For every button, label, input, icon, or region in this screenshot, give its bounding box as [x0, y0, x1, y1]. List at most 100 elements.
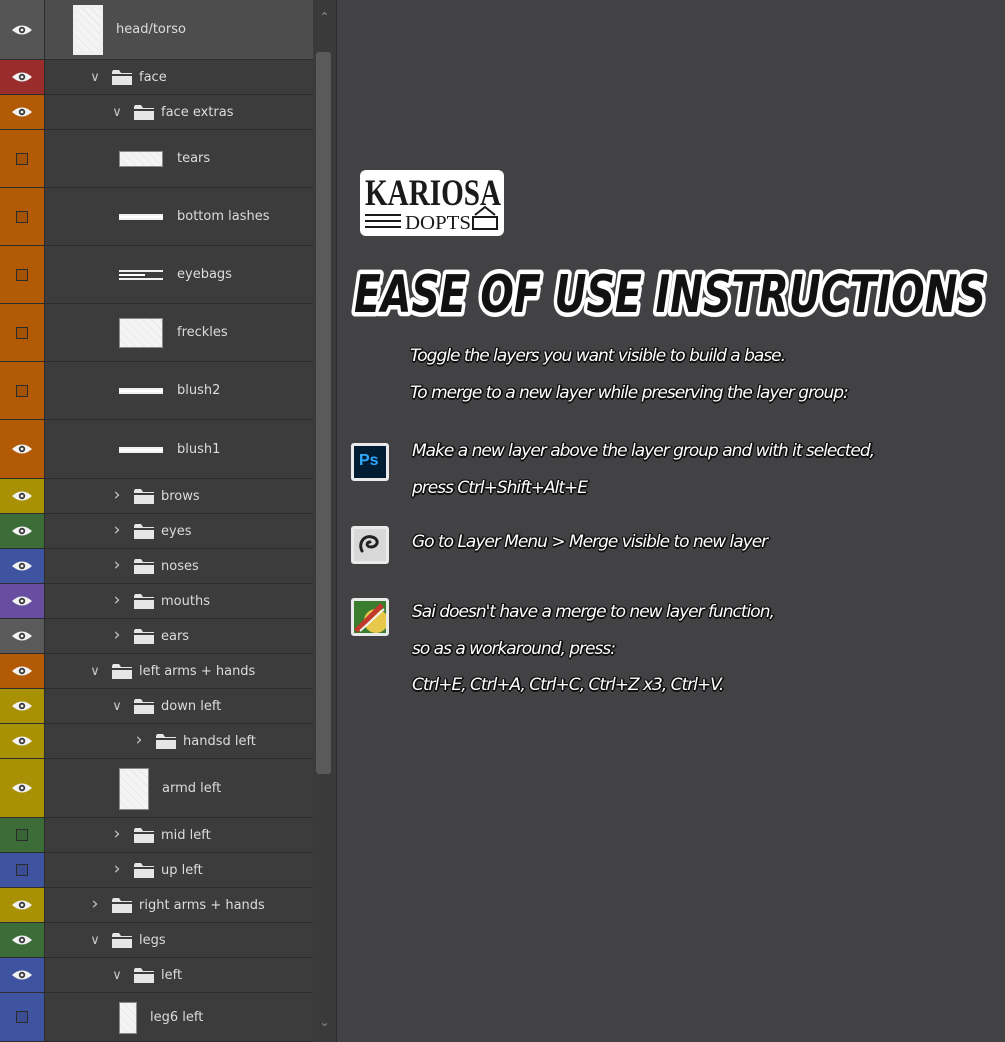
visibility-eye-icon[interactable]	[0, 479, 45, 513]
visibility-eye-icon[interactable]	[0, 923, 45, 957]
layer-row[interactable]: › noses	[0, 549, 313, 584]
chevron-right-icon[interactable]: ›	[133, 731, 145, 749]
layer-label: blush1	[177, 441, 221, 457]
folder-icon	[134, 967, 154, 983]
layer-row[interactable]: armd left	[0, 759, 313, 818]
layer-row[interactable]: › mid left	[0, 818, 313, 853]
folder-icon	[134, 558, 154, 574]
chevron-right-icon[interactable]: ›	[89, 895, 101, 913]
visibility-eye-icon[interactable]	[0, 619, 45, 653]
layer-row[interactable]: › up left	[0, 853, 313, 888]
layer-row[interactable]: freckles	[0, 304, 313, 362]
layer-row[interactable]: ∨ face extras	[0, 95, 313, 130]
layer-label: eyebags	[177, 267, 232, 282]
visibility-eye-icon[interactable]	[0, 759, 45, 817]
layer-row[interactable]: eyebags	[0, 246, 313, 304]
layer-row[interactable]: leg6 left	[0, 993, 313, 1042]
layer-row[interactable]: head/torso	[0, 0, 313, 60]
folder-icon	[156, 733, 176, 749]
chevron-down-icon[interactable]: ∨	[111, 106, 123, 119]
clip-studio-icon	[351, 526, 389, 564]
layer-label: right arms + hands	[139, 897, 265, 913]
visibility-eye-icon[interactable]	[0, 724, 45, 758]
visibility-toggle[interactable]	[0, 188, 45, 245]
layer-row[interactable]: ∨ left arms + hands	[0, 654, 313, 689]
layer-row[interactable]: › brows	[0, 479, 313, 514]
layer-thumbnail	[119, 388, 163, 394]
visibility-eye-icon[interactable]	[0, 95, 45, 129]
scrollbar-thumb[interactable]	[316, 52, 331, 774]
chevron-right-icon[interactable]: ›	[111, 825, 123, 843]
visibility-toggle[interactable]	[0, 853, 45, 887]
layer-row[interactable]: › mouths	[0, 584, 313, 619]
layer-row[interactable]: bottom lashes	[0, 188, 313, 246]
visibility-eye-icon[interactable]	[0, 584, 45, 618]
visibility-toggle[interactable]	[0, 993, 45, 1041]
layer-row[interactable]: › eyes	[0, 514, 313, 549]
visibility-eye-icon[interactable]	[0, 549, 45, 583]
chevron-right-icon[interactable]: ›	[111, 556, 123, 574]
chevron-down-icon[interactable]: ∨	[89, 71, 101, 84]
layer-label: left	[161, 967, 183, 983]
visibility-toggle[interactable]	[0, 246, 45, 303]
layer-row[interactable]: tears	[0, 130, 313, 188]
layer-label: mid left	[161, 827, 211, 843]
folder-icon	[112, 897, 132, 913]
visibility-toggle[interactable]	[0, 362, 45, 419]
folder-icon	[112, 69, 132, 85]
heading-text: EASE OF USE INSTRUCTIONS	[354, 265, 986, 324]
layer-row[interactable]: blush1	[0, 420, 313, 479]
scroll-up-icon[interactable]: ⌃	[316, 10, 333, 24]
chevron-right-icon[interactable]: ›	[111, 626, 123, 644]
folder-icon	[134, 862, 154, 878]
visibility-eye-icon[interactable]	[0, 420, 45, 478]
visibility-eye-icon[interactable]	[0, 958, 45, 992]
chevron-right-icon[interactable]: ›	[111, 521, 123, 539]
visibility-eye-icon[interactable]	[0, 654, 45, 688]
chevron-down-icon[interactable]: ∨	[111, 700, 123, 713]
layer-row[interactable]: › right arms + hands	[0, 888, 313, 923]
layer-label: freckles	[177, 325, 228, 340]
instructions-heading: EASE OF USE INSTRUCTIONS EASE OF USE INS…	[350, 262, 991, 324]
chevron-right-icon[interactable]: ›	[111, 486, 123, 504]
scroll-down-icon[interactable]: ⌄	[316, 1015, 333, 1029]
kariosa-adopts-logo: KARIOSA DOPTS	[360, 170, 504, 236]
folder-icon	[134, 488, 154, 504]
layer-label: legs	[139, 932, 166, 948]
layer-row[interactable]: ∨ legs	[0, 923, 313, 958]
logo-line1: KARIOSA	[365, 173, 501, 214]
folder-icon	[134, 698, 154, 714]
sai-icon	[351, 598, 389, 636]
folder-icon	[112, 932, 132, 948]
folder-icon	[134, 827, 154, 843]
sai-line-2: so as a workaround, press:	[412, 639, 616, 659]
visibility-eye-icon[interactable]	[0, 888, 45, 922]
chevron-down-icon[interactable]: ∨	[89, 934, 101, 947]
layer-row[interactable]: ∨ left	[0, 958, 313, 993]
layer-row[interactable]: blush2	[0, 362, 313, 420]
visibility-toggle[interactable]	[0, 818, 45, 852]
layer-row[interactable]: ∨ down left	[0, 689, 313, 724]
layer-label: up left	[161, 862, 203, 878]
chevron-down-icon[interactable]: ∨	[89, 665, 101, 678]
visibility-toggle[interactable]	[0, 130, 45, 187]
layer-thumbnail	[119, 318, 163, 348]
layer-label: face	[139, 69, 167, 85]
layer-row[interactable]: › handsd left	[0, 724, 313, 759]
visibility-toggle[interactable]	[0, 304, 45, 361]
chevron-down-icon[interactable]: ∨	[111, 969, 123, 982]
sai-line-1: Sai doesn't have a merge to new layer fu…	[412, 602, 775, 622]
layer-row[interactable]: › ears	[0, 619, 313, 654]
visibility-eye-icon[interactable]	[0, 514, 45, 548]
layer-label: mouths	[161, 593, 210, 609]
visibility-eye-icon[interactable]	[0, 60, 45, 94]
visibility-eye-icon[interactable]	[0, 689, 45, 723]
visibility-eye-icon[interactable]	[0, 0, 45, 59]
chevron-right-icon[interactable]: ›	[111, 860, 123, 878]
chevron-right-icon[interactable]: ›	[111, 591, 123, 609]
folder-icon	[112, 663, 132, 679]
folder-icon	[134, 523, 154, 539]
layer-label: left arms + hands	[139, 663, 256, 679]
intro-line-1: Toggle the layers you want visible to bu…	[410, 346, 786, 366]
layer-row[interactable]: ∨ face	[0, 60, 313, 95]
